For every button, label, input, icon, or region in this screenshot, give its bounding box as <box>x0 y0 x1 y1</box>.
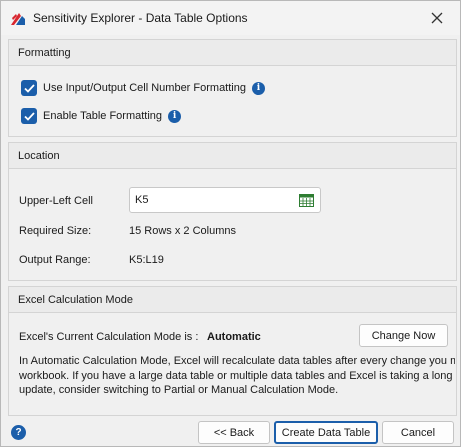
description-line: update, consider switching to Partial or… <box>19 384 339 396</box>
current-mode-value: Automatic <box>207 331 261 343</box>
back-button[interactable]: << Back <box>198 421 270 444</box>
required-size-value: 15 Rows x 2 Columns <box>129 225 236 237</box>
checkmark-icon <box>23 111 35 121</box>
output-range-label: Output Range: <box>19 254 91 266</box>
use-io-formatting-checkbox[interactable] <box>21 80 37 96</box>
required-size-label: Required Size: <box>19 225 92 237</box>
use-io-formatting-row[interactable]: Use Input/Output Cell Number Formatting … <box>21 80 265 96</box>
upper-left-cell-value[interactable]: K5 <box>135 194 148 206</box>
calendar-grid-icon[interactable] <box>299 193 314 207</box>
formatting-section: Formatting Use Input/Output Cell Number … <box>8 39 457 137</box>
calc-mode-description: In Automatic Calculation Mode, Excel wil… <box>19 354 455 398</box>
info-icon[interactable]: i <box>168 109 182 123</box>
upper-left-cell-input[interactable]: K5 <box>129 187 321 213</box>
info-icon[interactable]: i <box>251 81 265 95</box>
window-title: Sensitivity Explorer - Data Table Option… <box>33 11 248 25</box>
enable-table-formatting-row[interactable]: Enable Table Formatting i <box>21 108 182 124</box>
enable-table-formatting-checkbox[interactable] <box>21 108 37 124</box>
close-button[interactable] <box>428 9 446 27</box>
change-now-button[interactable]: Change Now <box>359 324 448 347</box>
description-line: workbook. If you have a large data table… <box>19 369 455 382</box>
location-section: Location Upper-Left Cell K5 Required Siz… <box>8 142 457 281</box>
create-data-table-button[interactable]: Create Data Table <box>274 421 378 444</box>
enable-table-formatting-label[interactable]: Enable Table Formatting <box>43 110 162 122</box>
app-logo-icon <box>11 13 25 25</box>
use-io-formatting-label[interactable]: Use Input/Output Cell Number Formatting <box>43 82 246 94</box>
description-line: In Automatic Calculation Mode, Excel wil… <box>19 355 455 367</box>
output-range-value: K5:L19 <box>129 254 164 266</box>
location-header: Location <box>9 143 456 169</box>
close-icon <box>431 12 443 24</box>
title-bar: Sensitivity Explorer - Data Table Option… <box>1 1 460 35</box>
help-button[interactable]: ? <box>11 425 26 440</box>
cancel-button[interactable]: Cancel <box>382 421 454 444</box>
calc-mode-section: Excel Calculation Mode Excel's Current C… <box>8 286 457 416</box>
upper-left-cell-label: Upper-Left Cell <box>19 195 93 207</box>
current-mode-label: Excel's Current Calculation Mode is : <box>19 331 199 343</box>
calc-mode-header: Excel Calculation Mode <box>9 287 456 313</box>
formatting-header: Formatting <box>9 40 456 66</box>
dialog-window: Sensitivity Explorer - Data Table Option… <box>0 0 461 447</box>
checkmark-icon <box>23 83 35 93</box>
